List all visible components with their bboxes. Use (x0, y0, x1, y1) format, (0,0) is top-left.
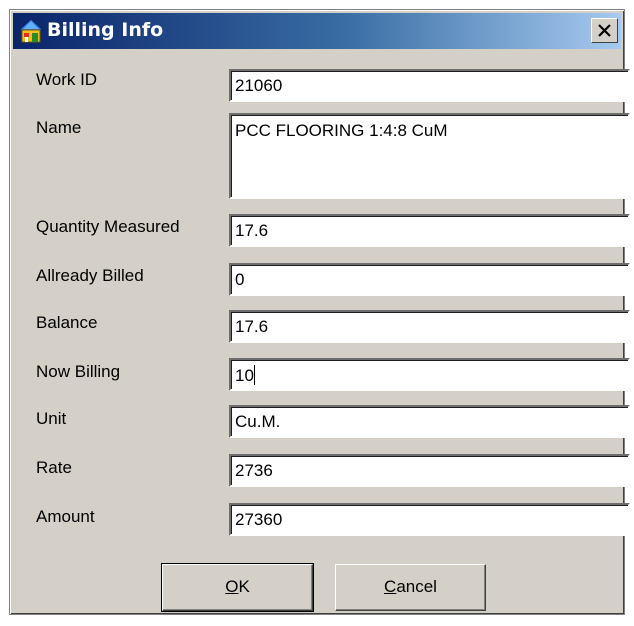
rate-field[interactable]: 2736 (229, 454, 630, 487)
already-billed-field[interactable]: 0 (229, 263, 630, 296)
already-billed-label: Allready Billed (36, 266, 144, 285)
text-caret (253, 365, 255, 385)
cancel-button[interactable]: Cancel (335, 564, 486, 611)
quantity-measured-label: Quantity Measured (36, 217, 180, 236)
quantity-measured-field[interactable]: 17.6 (229, 214, 630, 247)
cancel-mnemonic: C (384, 577, 397, 596)
unit-field[interactable]: Cu.M. (229, 405, 630, 438)
now-billing-field[interactable]: 10 (229, 358, 630, 391)
amount-label: Amount (36, 507, 95, 526)
now-billing-label: Now Billing (36, 362, 121, 381)
ok-button[interactable]: OK (161, 563, 314, 612)
balance-label: Balance (36, 313, 98, 332)
balance-field[interactable]: 17.6 (229, 310, 630, 343)
ok-mnemonic: O (225, 577, 239, 596)
billing-info-dialog: Billing Info Work ID 21060 Name PCC FLOO… (9, 9, 630, 615)
rate-label: Rate (36, 458, 72, 477)
work-id-label: Work ID (36, 70, 98, 89)
name-field[interactable]: PCC FLOORING 1:4:8 CuM (229, 113, 630, 199)
app-house-icon (17, 18, 45, 44)
unit-label: Unit (36, 409, 67, 428)
cancel-label-rest: ancel (396, 577, 437, 596)
work-id-field[interactable]: 21060 (229, 69, 630, 102)
now-billing-value: 10 (235, 366, 254, 385)
close-button[interactable] (591, 18, 618, 43)
amount-field[interactable]: 27360 (229, 503, 630, 536)
title-bar[interactable]: Billing Info (13, 13, 621, 49)
name-label: Name (36, 118, 82, 137)
close-icon (598, 24, 611, 37)
window-title: Billing Info (47, 19, 164, 41)
ok-label-rest: K (238, 577, 250, 596)
